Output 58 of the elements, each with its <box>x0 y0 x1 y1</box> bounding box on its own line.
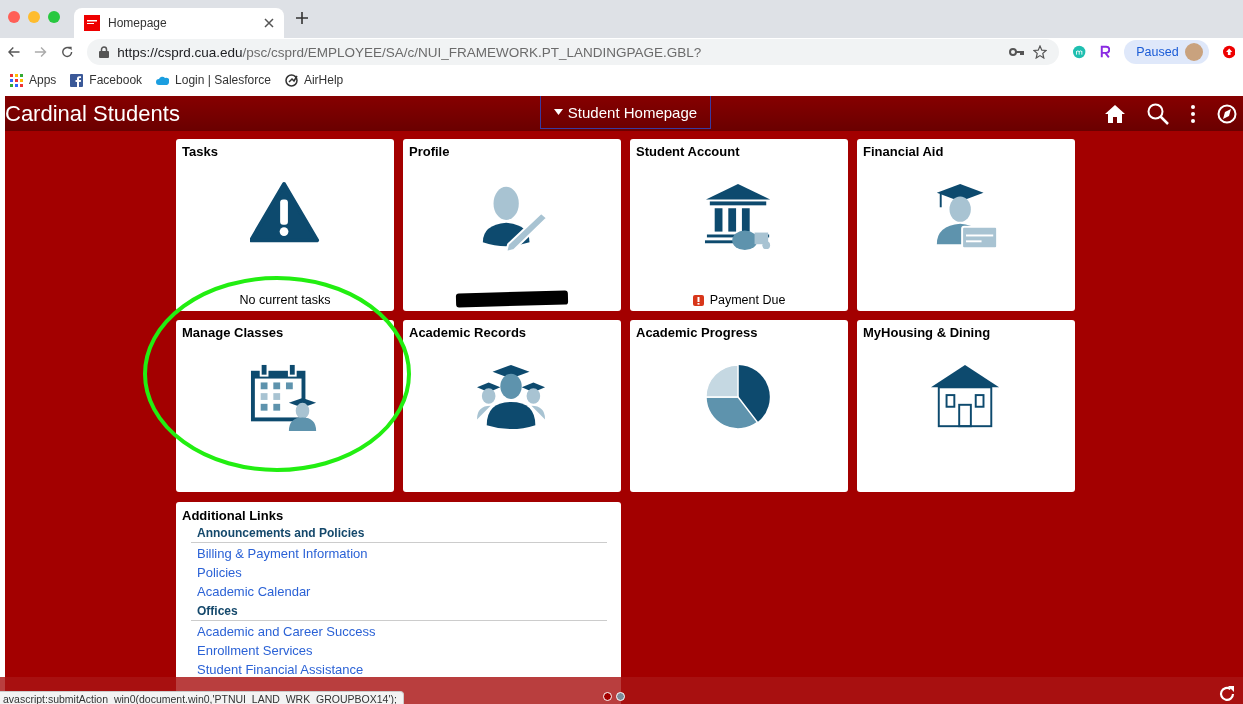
tile-card[interactable]: Tasks No current tasks <box>176 139 394 311</box>
tile-title: Tasks <box>182 144 218 159</box>
tile-card[interactable]: Student Account Payment Due <box>630 139 848 311</box>
extension-icon[interactable] <box>1099 45 1111 59</box>
more-icon[interactable] <box>1191 104 1195 123</box>
link[interactable]: Enrollment Services <box>197 643 313 658</box>
link[interactable]: Policies <box>197 565 242 580</box>
close-icon[interactable] <box>264 18 274 28</box>
tile-card[interactable]: MyHousing & Dining <box>857 320 1075 492</box>
tile-title: Academic Progress <box>636 325 758 340</box>
tile-card[interactable]: Financial Aid <box>857 139 1075 311</box>
address-bar[interactable]: https://csprd.cua.edu/psc/csprd/EMPLOYEE/SA/c/NUI_FRAMEWORK.PT_LANDINGPAGE.GBL? <box>87 39 1060 65</box>
caret-icon <box>553 109 563 115</box>
tile-title: Student Account <box>636 144 740 159</box>
tile-title: Academic Records <box>409 325 527 340</box>
tile-card[interactable]: Academic Records <box>403 320 621 492</box>
bookmark-link[interactable]: Login | Salesforce <box>156 73 271 87</box>
airhelp-icon <box>284 73 298 87</box>
tile-title: Profile <box>409 144 450 159</box>
link[interactable]: Student Financial Assistance <box>197 662 364 677</box>
search-icon[interactable] <box>1147 102 1169 125</box>
compass-icon[interactable] <box>1217 103 1237 124</box>
link[interactable]: Academic Calendar <box>197 584 311 599</box>
profile-button[interactable]: Paused <box>1124 40 1209 64</box>
back-icon[interactable] <box>8 46 21 58</box>
home-icon[interactable] <box>1105 103 1125 124</box>
facebook-icon <box>70 73 84 87</box>
lock-icon <box>99 46 110 58</box>
key-icon[interactable] <box>1009 47 1026 57</box>
link[interactable]: Billing & Payment Information <box>197 546 368 561</box>
new-tab-icon[interactable] <box>296 11 308 24</box>
favicon-icon <box>84 15 100 31</box>
tile-status: No current tasks <box>239 293 331 307</box>
tile-title: MyHousing & Dining <box>863 325 991 340</box>
refresh-icon[interactable] <box>1218 685 1236 703</box>
tile-status: Payment Due <box>709 293 786 307</box>
section-heading: Announcements and Policies <box>197 526 365 540</box>
apps-grid-icon <box>10 73 23 87</box>
page-menu[interactable]: Student Homepage <box>540 96 711 129</box>
page-indicator-dot[interactable] <box>615 692 625 701</box>
avatar-icon <box>1184 43 1203 61</box>
app-title: Cardinal Students <box>5 100 180 127</box>
tile-title: Financial Aid <box>863 144 944 159</box>
browser-tab[interactable]: Homepage <box>74 8 284 38</box>
bookmark-link[interactable]: Facebook <box>70 73 143 87</box>
reload-icon[interactable] <box>60 45 74 59</box>
tile-card[interactable]: Profile <box>403 139 621 311</box>
page-indicator-dot[interactable] <box>602 692 612 701</box>
update-icon[interactable] <box>1222 45 1235 59</box>
tile-title: Manage Classes <box>182 325 284 340</box>
card-title: Additional Links <box>182 508 284 523</box>
section-heading: Offices <box>197 604 238 618</box>
star-icon[interactable] <box>1033 45 1048 59</box>
bookmark-link[interactable]: Apps <box>10 73 57 87</box>
bookmark-link[interactable]: AirHelp <box>284 73 344 87</box>
tile-card[interactable]: Manage Classes <box>176 320 394 492</box>
link[interactable]: Academic and Career Success <box>197 624 376 639</box>
tile-card[interactable]: Academic Progress <box>630 320 848 492</box>
